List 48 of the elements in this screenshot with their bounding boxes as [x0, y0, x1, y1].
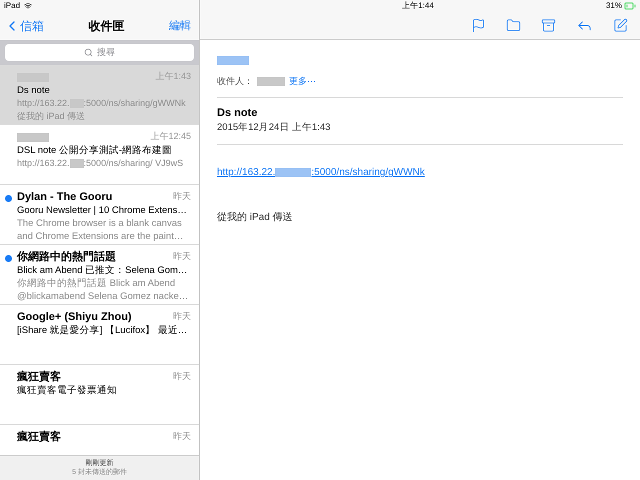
message-time: 昨天 — [173, 430, 191, 444]
email-date: 2015年12月24日 上午1:43 — [217, 121, 332, 135]
redacted-block — [17, 132, 49, 142]
battery-percentage: 31% — [606, 0, 622, 12]
edit-button[interactable]: 編輯 — [169, 18, 195, 34]
message-time: 昨天 — [173, 250, 191, 264]
battery-icon — [624, 0, 636, 12]
redacted-block — [257, 77, 285, 86]
message-time: 上午1:43 — [155, 70, 191, 84]
folder-icon[interactable] — [506, 18, 521, 33]
message-time: 上午12:45 — [150, 130, 191, 144]
redacted-block — [275, 168, 312, 178]
search-icon — [84, 48, 93, 57]
email-body: 從我的 iPad 傳送 — [217, 210, 294, 226]
message-preview: 你網路中的熱門話題 Blick am Abend @blickamabend Selena Gomez nacke… — [17, 277, 190, 303]
email-link[interactable]: http://163.22. :5000/ns/sharing/gWWNk — [217, 165, 623, 180]
archive-icon[interactable] — [541, 18, 556, 33]
email-subject: Ds note — [217, 106, 258, 120]
compose-icon[interactable] — [613, 18, 628, 33]
message-preview: The Chrome browser is a blank canvas and Chrome Extensions are the paint… — [17, 217, 184, 243]
message-time: 昨天 — [173, 310, 191, 324]
message-time: 昨天 — [173, 370, 191, 384]
back-button[interactable]: 信箱 — [4, 17, 44, 35]
search-placeholder: 搜尋 — [97, 46, 115, 59]
recipient-label: 收件人： — [217, 75, 253, 88]
sender-name: 瘋狂賣客 — [17, 370, 61, 385]
wifi-icon — [24, 2, 32, 10]
message-subject: Blick am Abend 已推文：Selena Gom… — [17, 264, 188, 277]
sender-name: Google+ (Shiyu Zhou) — [17, 310, 132, 325]
message-preview: http://163.22. :5000/ns/sharing/gWWNk 從我的 iPad 傳送 — [17, 97, 187, 123]
message-subject: 瘋狂賣客電子發票通知 — [17, 384, 118, 397]
device-label: iPad — [4, 0, 20, 12]
flag-icon[interactable] — [471, 18, 486, 33]
sender-name: Dylan - The Gooru — [17, 190, 112, 205]
more-link[interactable]: 更多⋯ — [289, 75, 316, 88]
message-time: 昨天 — [173, 190, 191, 204]
message-subject: [iShare 就是愛分享] 【Lucifox】 最近… — [17, 324, 188, 337]
sender-name: 瘋狂賣客 — [17, 430, 61, 445]
redacted-block — [217, 56, 249, 66]
message-subject: Ds note — [17, 84, 51, 97]
sender-name: 你網路中的熱門話題 — [17, 250, 116, 265]
clock-time: 上午1:44 — [402, 0, 434, 12]
message-subject: DSL note 公開分享測試-網路布建圖 — [17, 144, 174, 157]
redacted-block — [70, 159, 84, 168]
message-row[interactable]: 上午1:43 Ds note http://163.22. :5000/ns/sharing/gWWNk 從我的 iPad 傳送 — [0, 65, 199, 125]
message-preview: http://163.22. :5000/ns/sharing/ VJ9wS — [17, 157, 184, 170]
mailbox-title: 收件匣 — [88, 18, 124, 35]
message-subject: Gooru Newsletter | 10 Chrome Extens… — [17, 204, 188, 217]
